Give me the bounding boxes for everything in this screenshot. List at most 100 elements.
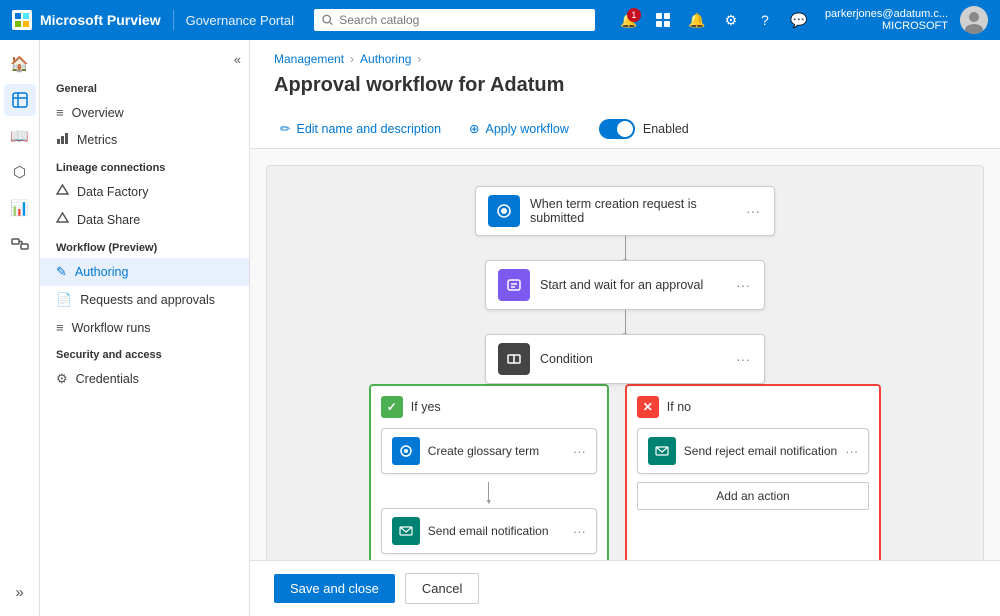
apps-icon[interactable]: [649, 6, 677, 34]
sidebar-item-label-credentials: Credentials: [76, 372, 139, 386]
sidebar-item-workflow-runs[interactable]: ≡ Workflow runs: [40, 314, 249, 341]
sidebar-collapse-btn[interactable]: «: [234, 52, 241, 67]
sidebar-item-data-share[interactable]: Data Share: [40, 206, 249, 234]
add-action-no-btn[interactable]: Add an action: [637, 482, 869, 510]
icon-bar-expand[interactable]: »: [4, 576, 36, 608]
apply-workflow-btn[interactable]: ⊕ Apply workflow: [463, 117, 575, 140]
sidebar-item-label-workflow-runs: Workflow runs: [72, 321, 151, 335]
overview-icon: ≡: [56, 105, 64, 120]
sidebar-item-label-data-share: Data Share: [77, 213, 140, 227]
brand-label: Microsoft Purview: [40, 12, 161, 28]
icon-bar-btn-glossary[interactable]: 📖: [4, 120, 36, 152]
sidebar-item-label-requests: Requests and approvals: [80, 293, 215, 307]
trigger-icon: [488, 195, 520, 227]
notification-badge: 1: [627, 8, 641, 22]
icon-bar-btn-home[interactable]: 🏠: [4, 48, 36, 80]
branch-yes-action-1: Create glossary term ···: [381, 428, 597, 474]
enabled-toggle-container: Enabled: [599, 119, 689, 139]
branch-no-label: If no: [667, 400, 691, 414]
edit-label: Edit name and description: [296, 122, 441, 136]
icon-bar-btn-workflow[interactable]: [4, 228, 36, 260]
no-icon: ✕: [637, 396, 659, 418]
sidebar-item-requests[interactable]: 📄 Requests and approvals: [40, 286, 249, 314]
enabled-toggle[interactable]: [599, 119, 635, 139]
workflow-canvas: When term creation request is submitted …: [266, 165, 984, 560]
workflow-node-condition: Condition ···: [485, 334, 765, 384]
save-close-btn[interactable]: Save and close: [274, 574, 395, 603]
breadcrumb-authoring[interactable]: Authoring: [360, 52, 411, 66]
approval-label: Start and wait for an approval: [540, 278, 724, 292]
feedback-icon[interactable]: 💬: [785, 6, 813, 34]
data-factory-icon: [56, 184, 69, 200]
sidebar-item-authoring[interactable]: ✎ Authoring: [40, 258, 249, 286]
apply-icon: ⊕: [469, 121, 479, 136]
bottom-bar: Save and close Cancel: [250, 560, 1000, 616]
connector-1: [625, 236, 626, 260]
sidebar-item-label-authoring: Authoring: [75, 265, 129, 279]
edit-name-btn[interactable]: ✏ Edit name and description: [274, 117, 447, 140]
portal-label: Governance Portal: [186, 13, 294, 28]
sidebar-section-security: Security and access: [40, 341, 249, 365]
toolbar: ✏ Edit name and description ⊕ Apply work…: [274, 109, 976, 148]
search-input[interactable]: [339, 13, 587, 27]
page-title: Approval workflow for Adatum: [274, 74, 976, 97]
data-share-icon: [56, 212, 69, 228]
sidebar-item-overview[interactable]: ≡ Overview: [40, 99, 249, 126]
search-bar[interactable]: [314, 9, 595, 31]
branch-yes-connector: [488, 482, 489, 500]
approval-menu[interactable]: ···: [734, 277, 752, 293]
avatar[interactable]: [960, 6, 988, 34]
user-name: parkerjones@adatum.c...: [825, 8, 948, 20]
condition-label: Condition: [540, 352, 724, 366]
topbar-icons: 🔔 1 🔔 ⚙ ? 💬 parkerjones@adatum.c... MICR…: [615, 6, 988, 34]
notification-icon[interactable]: 🔔 1: [615, 6, 643, 34]
breadcrumb-management[interactable]: Management: [274, 52, 344, 66]
sidebar-section-workflow: Workflow (Preview): [40, 234, 249, 258]
send-email-menu[interactable]: ···: [573, 524, 586, 539]
settings-icon[interactable]: ⚙: [717, 6, 745, 34]
breadcrumb: Management › Authoring ›: [274, 52, 976, 66]
condition-menu[interactable]: ···: [734, 351, 752, 367]
sidebar-item-metrics[interactable]: Metrics: [40, 126, 249, 154]
sidebar-item-credentials[interactable]: ⚙ Credentials: [40, 365, 249, 393]
branch-yes-action-2: Send email notification ···: [381, 508, 597, 554]
user-org: MICROSOFT: [825, 20, 948, 32]
icon-bar-btn-lineage[interactable]: ⬡: [4, 156, 36, 188]
sidebar-collapse: «: [40, 48, 249, 75]
send-email-label: Send email notification: [428, 524, 565, 538]
sidebar-item-label-metrics: Metrics: [77, 133, 117, 147]
condition-branches: ✓ If yes Create glossary term: [369, 384, 881, 560]
sidebar-section-lineage: Lineage connections: [40, 154, 249, 178]
send-reject-menu[interactable]: ···: [845, 444, 858, 459]
metrics-icon: [56, 132, 69, 148]
connector-2: [625, 310, 626, 334]
bell-icon[interactable]: 🔔: [683, 6, 711, 34]
trigger-menu[interactable]: ···: [744, 203, 762, 219]
icon-bar-btn-insights[interactable]: 📊: [4, 192, 36, 224]
cancel-btn[interactable]: Cancel: [405, 573, 479, 604]
content: Management › Authoring › Approval workfl…: [250, 40, 1000, 616]
canvas-area: When term creation request is submitted …: [250, 149, 1000, 560]
brand: Microsoft Purview: [12, 10, 174, 30]
requests-icon: 📄: [56, 292, 72, 308]
branch-no: ✕ If no Send reject email notification: [625, 384, 881, 560]
main-layout: 🏠 📖 ⬡ 📊 » « General ≡: [0, 40, 1000, 616]
apply-label: Apply workflow: [486, 122, 569, 136]
yes-icon: ✓: [381, 396, 403, 418]
sidebar-item-label-overview: Overview: [72, 106, 124, 120]
branch-yes-header: ✓ If yes: [381, 396, 597, 418]
create-glossary-menu[interactable]: ···: [573, 444, 586, 459]
edit-icon: ✏: [280, 121, 290, 136]
brand-logo: [12, 10, 32, 30]
help-icon[interactable]: ?: [751, 6, 779, 34]
icon-bar: 🏠 📖 ⬡ 📊 »: [0, 40, 40, 616]
authoring-icon: ✎: [56, 264, 67, 280]
condition-icon: [498, 343, 530, 375]
branch-no-header: ✕ If no: [637, 396, 869, 418]
branch-yes: ✓ If yes Create glossary term: [369, 384, 609, 560]
workflow-node-approval: Start and wait for an approval ···: [485, 260, 765, 310]
sidebar-item-data-factory[interactable]: Data Factory: [40, 178, 249, 206]
breadcrumb-sep-1: ›: [350, 52, 354, 66]
search-icon: [322, 14, 333, 26]
icon-bar-btn-catalog[interactable]: [4, 84, 36, 116]
